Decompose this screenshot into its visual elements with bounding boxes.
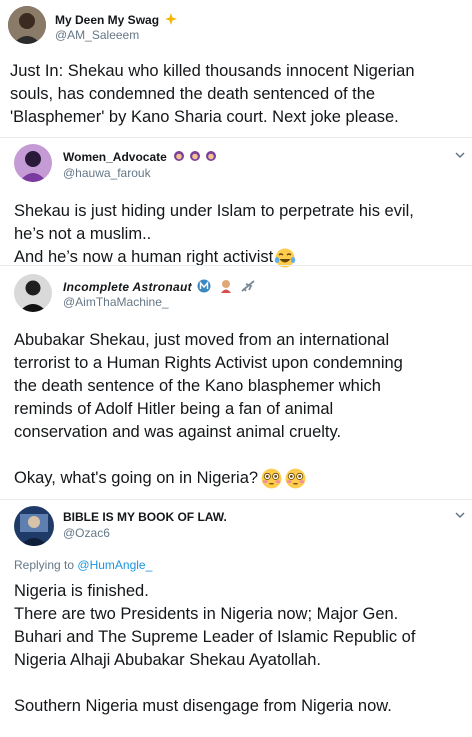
tweet-line: Abubakar Shekau, just moved from an inte… [14,331,390,349]
tweet-text: Abubakar Shekau, just moved from an inte… [14,329,403,490]
person-photo-icon [14,274,52,312]
user-handle[interactable]: @AimThaMachine_ [63,295,169,309]
user-handle[interactable]: @Ozac6 [63,526,110,540]
person-photo-icon [8,6,46,44]
tweet-line: the death sentence of the Kano blaspheme… [14,377,381,395]
user-handle[interactable]: @AM_Saleeem [55,28,139,42]
circled-m-icon [197,279,211,293]
avatar[interactable] [14,274,52,312]
display-name[interactable]: Women_Advocate [63,150,219,164]
tweet-text: Shekau is just hiding under Islam to per… [14,200,414,269]
tweet-line: Okay, what's going on in Nigeria? [14,467,403,490]
chevron-down-icon[interactable] [454,510,466,520]
astronaut-icon [221,280,232,293]
display-name[interactable]: BIBLE IS MY BOOK OF LAW. [63,510,227,524]
tweet-line: Southern Nigeria must disengage from Nig… [14,697,392,715]
sparkle-star-icon [165,13,178,25]
chevron-down-icon[interactable] [454,150,466,160]
avatar[interactable] [14,506,54,546]
flushed-face-emoji [285,468,306,489]
tweet-line [14,444,403,467]
tweet-3: Incomplete Astronaut @AimThaMachine_ Abu… [0,266,472,500]
tweet-2: Women_Advocate @hauwa_farouk Shekau is j… [0,138,472,268]
tweet-line: souls, has condemned the death sentenced… [10,85,376,103]
tweet-line: Nigeria Alhaji Abubakar Shekau Ayatollah… [14,651,321,669]
airplane-icon [241,280,255,292]
tweet-1: My Deen My Swag @AM_Saleeem Just In: She… [0,0,472,140]
avatar[interactable] [14,144,52,182]
flushed-face-emoji [261,468,282,489]
person-photo-icon [14,144,52,182]
avatar[interactable] [8,6,46,44]
tweet-line: Shekau is just hiding under Islam to per… [14,202,414,220]
person-photo-icon [14,506,54,546]
woman-headscarf-icons [174,151,217,161]
tweet-line: Nigeria is finished. [14,582,149,600]
tweet-line: reminds of Adolf Hitler being a fan of a… [14,400,334,418]
tweet-line: Buhari and The Supreme Leader of Islamic… [14,628,416,646]
display-name[interactable]: Incomplete Astronaut [63,279,256,294]
tweet-4: BIBLE IS MY BOOK OF LAW. @Ozac6 Replying… [0,500,472,737]
tweet-line: There are two Presidents in Nigeria now;… [14,605,399,623]
tweet-line: terrorist to a Human Rights Activist upo… [14,354,403,372]
user-handle[interactable]: @hauwa_farouk [63,166,151,180]
tweet-text: Nigeria is finished. There are two Presi… [14,580,415,718]
tweet-line [14,672,415,695]
tweet-line: conservation and was against animal crue… [14,423,342,441]
tweet-line: Just In: Shekau who killed thousands inn… [10,62,415,80]
replying-to: Replying to @HumAngle_ [14,558,153,572]
tweet-text: Just In: Shekau who killed thousands inn… [10,60,415,129]
display-name[interactable]: My Deen My Swag [55,12,178,27]
tweet-line: he’s not a muslim.. [14,225,152,243]
tweet-line: 'Blasphemer' by Kano Sharia court. Next … [10,108,399,126]
reply-mention-link[interactable]: @HumAngle_ [77,558,152,572]
